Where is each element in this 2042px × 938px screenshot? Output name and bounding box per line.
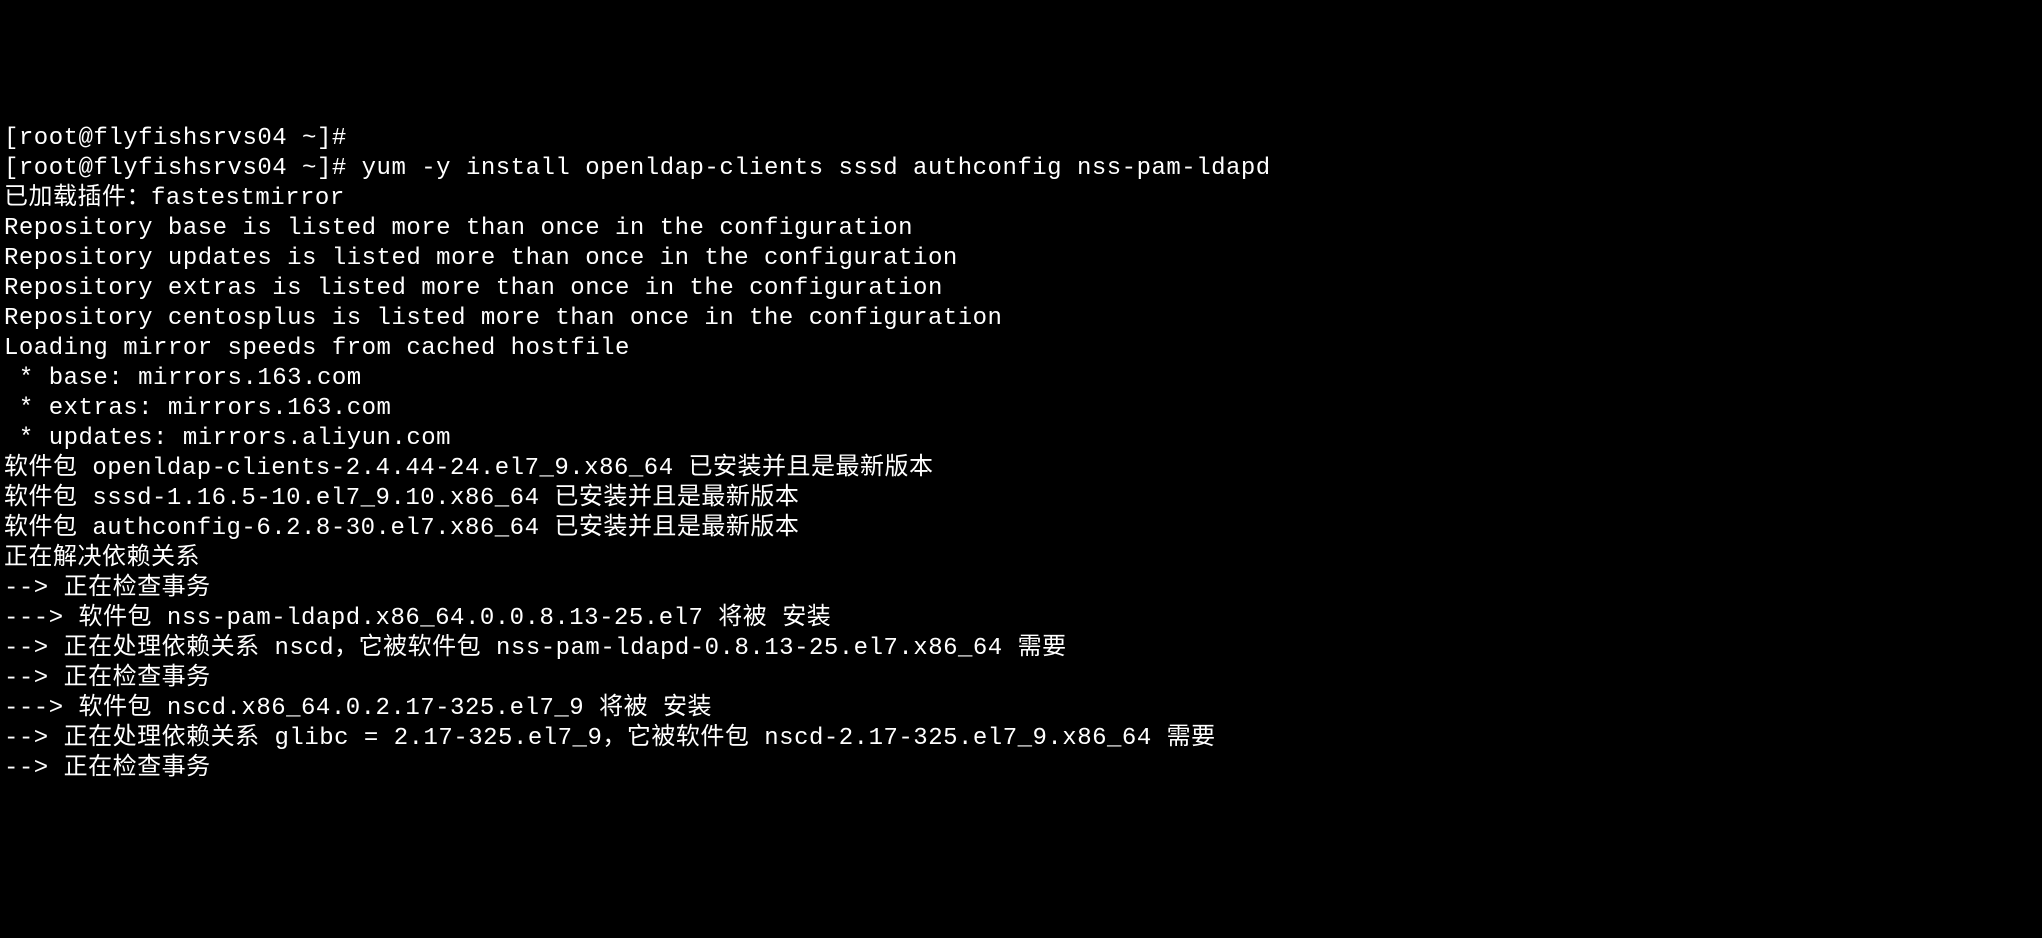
terminal-line: Repository extras is listed more than on… xyxy=(4,274,2038,304)
terminal-line: Repository base is listed more than once… xyxy=(4,214,2038,244)
terminal-line: --> 正在处理依赖关系 glibc = 2.17-325.el7_9，它被软件… xyxy=(4,724,2038,754)
terminal-line: [root@flyfishsrvs04 ~]# xyxy=(4,124,2038,154)
terminal-line: * updates: mirrors.aliyun.com xyxy=(4,424,2038,454)
terminal-line: --> 正在检查事务 xyxy=(4,664,2038,694)
terminal-line: [root@flyfishsrvs04 ~]# yum -y install o… xyxy=(4,154,2038,184)
terminal-line: --> 正在检查事务 xyxy=(4,754,2038,784)
terminal-line: Repository updates is listed more than o… xyxy=(4,244,2038,274)
terminal-line: 正在解决依赖关系 xyxy=(4,544,2038,574)
terminal-line: * extras: mirrors.163.com xyxy=(4,394,2038,424)
terminal-line: Loading mirror speeds from cached hostfi… xyxy=(4,334,2038,364)
terminal-line: ---> 软件包 nss-pam-ldapd.x86_64.0.0.8.13-2… xyxy=(4,604,2038,634)
terminal-line: Repository centosplus is listed more tha… xyxy=(4,304,2038,334)
terminal-line: 已加载插件：fastestmirror xyxy=(4,184,2038,214)
terminal-line: ---> 软件包 nscd.x86_64.0.2.17-325.el7_9 将被… xyxy=(4,694,2038,724)
terminal-output[interactable]: [root@flyfishsrvs04 ~]#[root@flyfishsrvs… xyxy=(4,124,2038,784)
terminal-line: --> 正在检查事务 xyxy=(4,574,2038,604)
terminal-line: 软件包 openldap-clients-2.4.44-24.el7_9.x86… xyxy=(4,454,2038,484)
terminal-line: --> 正在处理依赖关系 nscd，它被软件包 nss-pam-ldapd-0.… xyxy=(4,634,2038,664)
terminal-line: 软件包 sssd-1.16.5-10.el7_9.10.x86_64 已安装并且… xyxy=(4,484,2038,514)
terminal-line: 软件包 authconfig-6.2.8-30.el7.x86_64 已安装并且… xyxy=(4,514,2038,544)
terminal-line: * base: mirrors.163.com xyxy=(4,364,2038,394)
